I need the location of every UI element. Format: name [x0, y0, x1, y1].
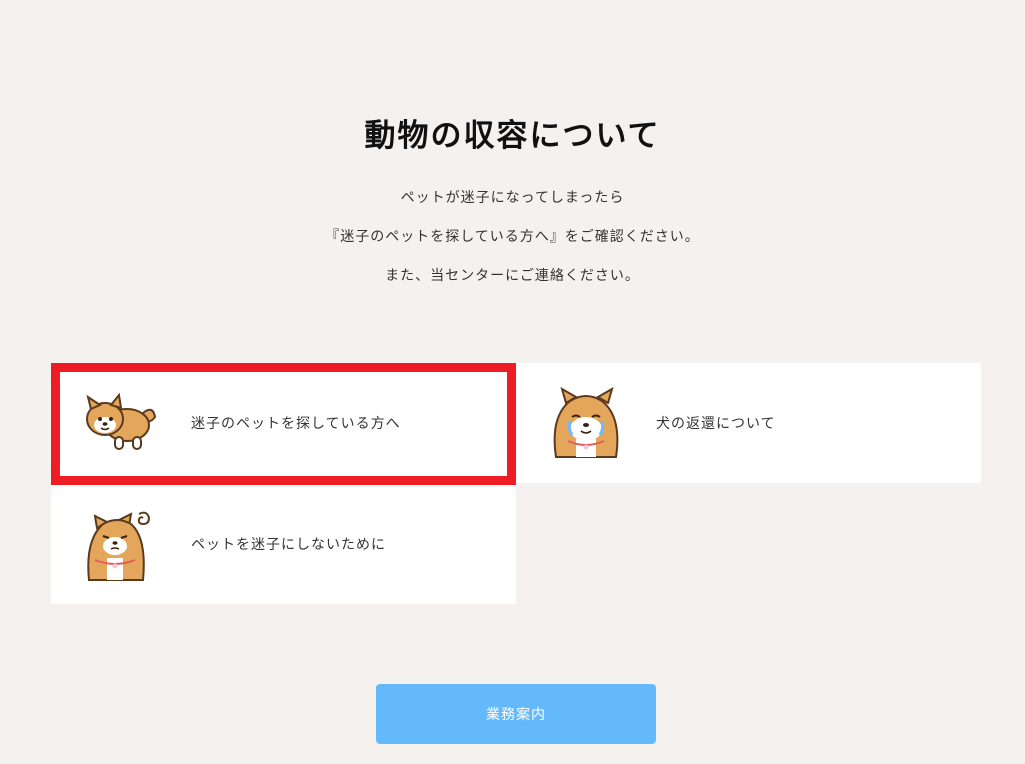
intro-line: ペットが迷子になってしまったら: [400, 190, 625, 206]
dog-return-link-card[interactable]: 犬の返還について: [516, 363, 981, 483]
prevent-lost-pet-link-card[interactable]: ペットを迷子にしないために: [51, 484, 516, 604]
card-label: ペットを迷子にしないために: [191, 537, 386, 553]
business-info-button[interactable]: 業務案内: [376, 684, 656, 744]
crying-dog-icon: [553, 386, 619, 458]
lost-pet-link-card[interactable]: 迷子のペットを探している方へ: [51, 363, 516, 483]
worried-dog-icon: [87, 511, 151, 581]
intro-text: ペットが迷子になってしまったら 『迷子のペットを探している方へ』をご確認ください…: [0, 186, 1025, 303]
intro-line: 『迷子のペットを探している方へ』をご確認ください。: [325, 229, 700, 245]
page-title: 動物の収容について: [364, 118, 661, 154]
card-label: 迷子のペットを探している方へ: [191, 416, 401, 432]
intro-line: また、当センターにご連絡ください。: [385, 268, 640, 284]
lying-dog-icon: [86, 392, 157, 450]
card-label: 犬の返還について: [656, 416, 776, 432]
